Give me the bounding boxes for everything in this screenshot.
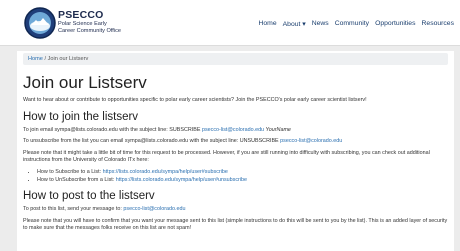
breadcrumb-current: Join our Listserv: [47, 56, 89, 62]
list-item: How to UnSubscribe from a List: https://…: [37, 177, 448, 185]
nav-resources[interactable]: Resources: [422, 20, 455, 28]
help-link-list: How to Subscribe to a List: https://list…: [23, 169, 448, 184]
nav-opportunities[interactable]: Opportunities: [375, 20, 415, 28]
post-heading: How to post to the listserv: [23, 190, 155, 203]
note-paragraph: Please note that it might take a little …: [23, 149, 430, 164]
breadcrumb: Home / Join our Listserv: [23, 53, 448, 65]
page-title: Join our Listserv: [23, 73, 147, 92]
subscribe-help-link[interactable]: https://lists.colorado.edu/sympa/help/us…: [103, 169, 228, 175]
main-content: Home / Join our Listserv Join our Listse…: [17, 51, 454, 251]
unsubscribe-help-link[interactable]: https://lists.colorado.edu/sympa/help/us…: [116, 177, 247, 183]
join-paragraph: To join email sympa@lists.colorado.edu w…: [23, 127, 448, 135]
nav-news[interactable]: News: [312, 20, 329, 28]
brand-name[interactable]: PSECCO: [58, 9, 104, 21]
join-name: YourName: [264, 126, 291, 133]
list-item: How to Subscribe to a List: https://list…: [37, 169, 448, 177]
nav-community[interactable]: Community: [335, 20, 369, 28]
unsubscribe-help-label: How to UnSubscribe from a List:: [37, 176, 116, 183]
join-text: To join email sympa@lists.colorado.edu w…: [23, 126, 202, 133]
join-heading: How to join the listserv: [23, 110, 139, 123]
breadcrumb-home[interactable]: Home: [28, 56, 43, 62]
unsubscribe-text: To unsubscribe from the list you can ema…: [23, 138, 281, 145]
intro-text: Want to hear about or contribute to oppo…: [23, 97, 367, 103]
site-header: PSECCO Polar Science Early Career Commun…: [0, 0, 460, 46]
brand-subtitle-line2: Career Community Office: [58, 28, 122, 34]
brand-subtitle-line1: Polar Science Early: [58, 21, 107, 27]
unsubscribe-paragraph: To unsubscribe from the list you can ema…: [23, 138, 448, 146]
brand-subtitle: Polar Science Early Career Community Off…: [58, 21, 128, 35]
post-note-paragraph: Please note that you will have to confir…: [23, 217, 448, 232]
post-text: To post to this list, send your message …: [23, 206, 124, 213]
nav-about[interactable]: About ▾: [283, 20, 306, 28]
main-nav: Home About ▾ News Community Opportunitie…: [258, 20, 454, 28]
subscribe-help-label: How to Subscribe to a List:: [37, 168, 103, 175]
join-email-link[interactable]: psecco-list@colorado.edu: [202, 127, 264, 133]
post-email-link[interactable]: psecco-list@colorado.edu: [123, 206, 185, 212]
unsubscribe-email-link[interactable]: psecco-list@colorado.edu: [280, 138, 342, 144]
psecco-logo-icon[interactable]: [24, 7, 56, 39]
post-paragraph: To post to this list, send your message …: [23, 206, 448, 214]
nav-home[interactable]: Home: [258, 20, 276, 28]
